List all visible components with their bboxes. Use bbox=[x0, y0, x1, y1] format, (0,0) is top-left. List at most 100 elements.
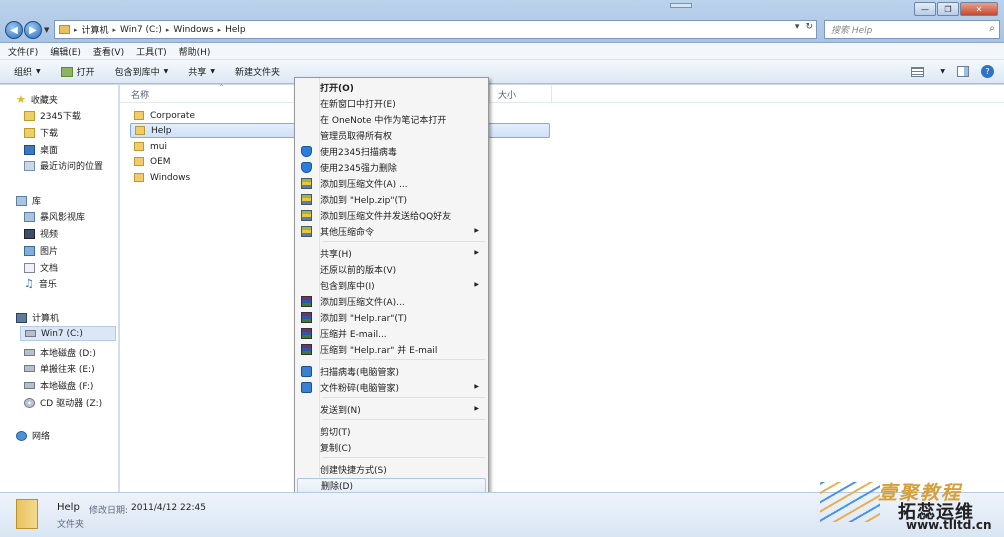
cd-drive-icon bbox=[24, 397, 35, 408]
submenu-arrow-icon: ▶ bbox=[474, 405, 479, 412]
address-bar[interactable]: ▸ 计算机 ▸ Win7 (C:) ▸ Windows ▸ Help ▾ ↻ bbox=[54, 20, 817, 39]
network-icon bbox=[16, 430, 27, 441]
column-divider[interactable] bbox=[551, 85, 552, 103]
nav-item-videos[interactable]: 视频 bbox=[24, 226, 58, 241]
search-input[interactable]: 搜索 Help ⌕ bbox=[824, 20, 1000, 39]
nav-item-cd-drive[interactable]: CD 驱动器 (Z:) bbox=[24, 395, 102, 410]
nav-computer[interactable]: 计算机 bbox=[16, 310, 59, 325]
nav-item-downloads[interactable]: 下载 bbox=[24, 125, 58, 140]
minimize-button[interactable]: — bbox=[914, 2, 936, 16]
context-menu-item[interactable]: 在新窗口中打开(E) bbox=[297, 96, 486, 111]
desktop-icon bbox=[24, 144, 35, 155]
view-dropdown-icon[interactable]: ▼ bbox=[940, 68, 945, 75]
breadcrumb-computer[interactable]: 计算机 bbox=[78, 23, 113, 36]
column-size[interactable]: 大小 bbox=[498, 88, 516, 101]
breadcrumb-drive[interactable]: Win7 (C:) bbox=[116, 25, 166, 35]
context-menu-item[interactable]: 添加到 "Help.zip"(T) bbox=[297, 192, 486, 207]
folder-icon bbox=[59, 25, 70, 34]
watermark-stripes bbox=[820, 482, 880, 522]
context-menu-item[interactable]: 扫描病毒(电脑管家) bbox=[297, 364, 486, 379]
context-menu-item-label: 还原以前的版本(V) bbox=[320, 266, 397, 276]
nav-item-documents[interactable]: 文档 bbox=[24, 260, 58, 275]
context-menu-item-label: 包含到库中(I) bbox=[320, 282, 375, 292]
nav-item-2345-downloads[interactable]: 2345下载 bbox=[24, 108, 81, 123]
forward-button[interactable]: ▶ bbox=[24, 21, 42, 39]
nav-item-pictures[interactable]: 图片 bbox=[24, 243, 58, 258]
refresh-icon[interactable]: ↻ bbox=[805, 22, 813, 32]
context-menu-item[interactable]: 删除(D) bbox=[297, 478, 486, 493]
context-menu-item[interactable]: 打开(O) bbox=[297, 80, 486, 95]
nav-network[interactable]: 网络 bbox=[16, 428, 50, 443]
chevron-down-icon: ▼ bbox=[210, 68, 215, 75]
recent-pages-dropdown[interactable]: ▼ bbox=[44, 26, 49, 34]
open-button[interactable]: 打开 bbox=[60, 65, 95, 78]
context-menu-item[interactable]: 添加到 "Help.rar"(T) bbox=[297, 310, 486, 325]
maximize-button[interactable]: ❐ bbox=[937, 2, 959, 16]
context-menu-item[interactable]: 其他压缩命令 ▶ bbox=[297, 224, 486, 239]
context-menu-item-label: 添加到 "Help.zip"(T) bbox=[320, 196, 407, 206]
context-menu-item[interactable]: 使用2345强力删除 bbox=[297, 160, 486, 175]
close-button[interactable]: ✕ bbox=[960, 2, 998, 16]
nav-item-drive-c[interactable]: Win7 (C:) bbox=[20, 326, 116, 341]
organize-button[interactable]: 组织 ▼ bbox=[14, 65, 41, 78]
nav-item-drive-e[interactable]: 单搬往来 (E:) bbox=[24, 361, 95, 376]
column-divider[interactable] bbox=[489, 85, 490, 103]
nav-item-drive-f[interactable]: 本地磁盘 (F:) bbox=[24, 378, 93, 393]
include-in-library-button[interactable]: 包含到库中 ▼ bbox=[115, 65, 169, 78]
menu-tools[interactable]: 工具(T) bbox=[136, 45, 167, 58]
context-menu-item[interactable]: 创建快捷方式(S) bbox=[297, 462, 486, 477]
nav-libraries[interactable]: 库 bbox=[16, 193, 41, 208]
context-menu-item[interactable]: 包含到库中(I) ▶ bbox=[297, 278, 486, 293]
change-view-icon[interactable] bbox=[911, 66, 925, 77]
context-menu-item-label: 发送到(N) bbox=[320, 406, 361, 416]
context-menu-item[interactable]: 添加到压缩文件并发送给QQ好友 bbox=[297, 208, 486, 223]
menu-separator bbox=[322, 241, 485, 242]
search-icon[interactable]: ⌕ bbox=[989, 23, 995, 34]
context-menu-item[interactable]: 发送到(N) ▶ bbox=[297, 402, 486, 417]
menu-file[interactable]: 文件(F) bbox=[8, 45, 38, 58]
breadcrumb-help[interactable]: Help bbox=[221, 25, 250, 35]
help-icon[interactable]: ? bbox=[981, 65, 994, 78]
context-menu-item[interactable]: 压缩到 "Help.rar" 并 E-mail bbox=[297, 342, 486, 357]
column-name[interactable]: 名称 bbox=[131, 88, 149, 101]
watermark-logo: 壹聚教程 拓蕊运维 www.tlltd.cn bbox=[820, 474, 1004, 537]
sort-ascending-icon: ^ bbox=[219, 84, 225, 91]
nav-item-recent-places[interactable]: 最近访问的位置 bbox=[24, 158, 103, 173]
new-folder-button[interactable]: 新建文件夹 bbox=[235, 65, 280, 78]
context-menu-item-label: 其他压缩命令 bbox=[320, 228, 375, 238]
chevron-down-icon: ▼ bbox=[36, 68, 41, 75]
rar-archive-icon bbox=[301, 296, 312, 307]
context-menu-item[interactable]: 共享(H) ▶ bbox=[297, 246, 486, 261]
address-dropdown-icon[interactable]: ▾ bbox=[795, 22, 800, 32]
context-menu-item[interactable]: 剪切(T) bbox=[297, 424, 486, 439]
nav-favorites[interactable]: ★ 收藏夹 bbox=[16, 92, 58, 107]
preview-pane-icon[interactable] bbox=[957, 66, 969, 77]
context-menu: 打开(O) 在新窗口中打开(E) 在 OneNote 中作为笔记本打开 管理员取得所有… bbox=[294, 77, 489, 535]
rar-archive-icon bbox=[301, 312, 312, 323]
context-menu-item-label: 删除(D) bbox=[321, 482, 353, 492]
share-button[interactable]: 共享 ▼ bbox=[188, 65, 215, 78]
nav-item-drive-d[interactable]: 本地磁盘 (D:) bbox=[24, 345, 96, 360]
context-menu-item[interactable]: 使用2345扫描病毒 bbox=[297, 144, 486, 159]
context-menu-item[interactable]: 添加到压缩文件(A)... bbox=[297, 294, 486, 309]
context-menu-item[interactable]: 在 OneNote 中作为笔记本打开 bbox=[297, 112, 486, 127]
back-button[interactable]: ◀ bbox=[5, 21, 23, 39]
nav-item-baofeng-library[interactable]: 暴风影视库 bbox=[24, 209, 85, 224]
folder-icon bbox=[134, 142, 144, 151]
context-menu-item-label: 在新窗口中打开(E) bbox=[320, 100, 396, 110]
menu-view[interactable]: 查看(V) bbox=[93, 45, 124, 58]
menu-help[interactable]: 帮助(H) bbox=[179, 45, 211, 58]
context-menu-item[interactable]: 压缩并 E-mail... bbox=[297, 326, 486, 341]
context-menu-item[interactable]: 复制(C) bbox=[297, 440, 486, 455]
nav-item-music[interactable]: ♫ 音乐 bbox=[24, 276, 57, 291]
menu-edit[interactable]: 编辑(E) bbox=[50, 45, 81, 58]
shield-2345-icon bbox=[301, 162, 312, 173]
context-menu-item[interactable]: 文件粉碎(电脑管家) ▶ bbox=[297, 380, 486, 395]
breadcrumb-windows[interactable]: Windows bbox=[169, 25, 217, 35]
picture-icon bbox=[24, 245, 35, 256]
context-menu-item[interactable]: 管理员取得所有权 bbox=[297, 128, 486, 143]
context-menu-item[interactable]: 还原以前的版本(V) bbox=[297, 262, 486, 277]
context-menu-item-label: 添加到压缩文件(A)... bbox=[320, 298, 405, 308]
context-menu-item[interactable]: 添加到压缩文件(A) ... bbox=[297, 176, 486, 191]
nav-item-desktop[interactable]: 桌面 bbox=[24, 142, 58, 157]
